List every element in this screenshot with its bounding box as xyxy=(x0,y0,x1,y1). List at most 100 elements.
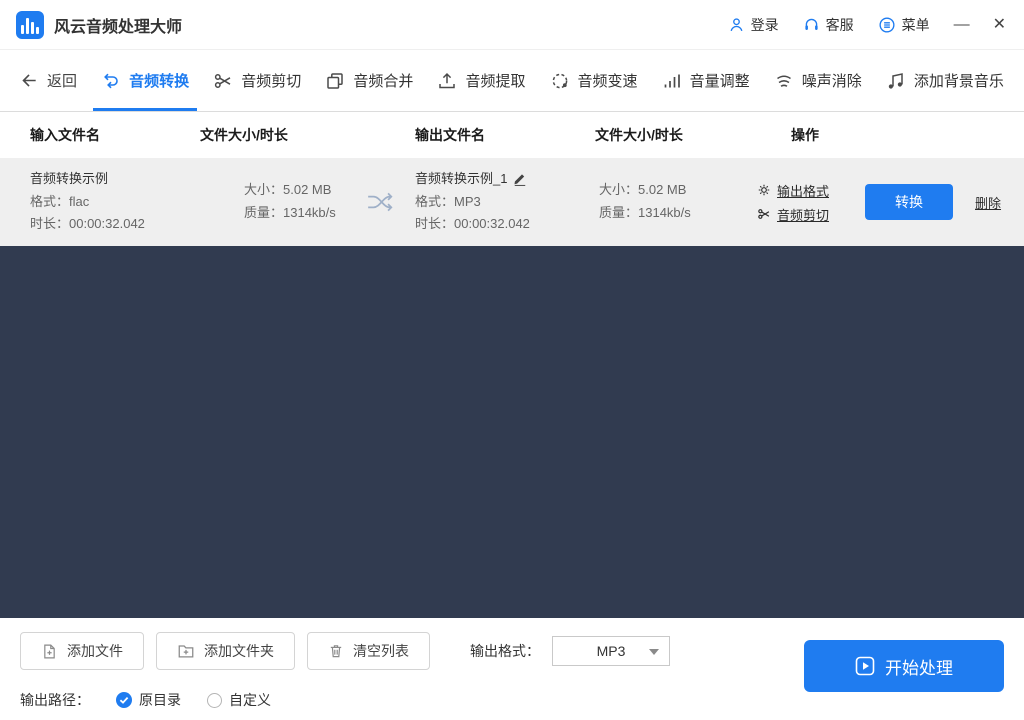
tab-noise-removal[interactable]: 噪声消除 xyxy=(774,50,862,111)
merge-icon xyxy=(325,71,345,91)
input-size-cell: 大小：5.02 MB 质量：1314kb/s xyxy=(200,179,345,225)
output-file-name: 音频转换示例_1 xyxy=(415,168,507,191)
radio-original-directory[interactable]: 原目录 xyxy=(116,690,181,710)
output-file-cell: 音频转换示例_1 格式：MP3 时长：00:00:32.042 xyxy=(415,168,595,236)
audio-cut-link[interactable]: 音频剪切 xyxy=(757,205,865,224)
tab-label: 音频提取 xyxy=(465,70,525,91)
back-arrow-icon xyxy=(20,71,39,90)
col-header-output-name: 输出文件名 xyxy=(415,125,595,145)
input-file-duration: 时长：00:00:32.042 xyxy=(30,213,200,236)
col-header-operations: 操作 xyxy=(745,125,865,145)
radio-unchecked-icon xyxy=(207,693,222,708)
titlebar-right: 登录 客服 菜单 — ✕ xyxy=(728,15,1006,35)
tab-label: 音频合并 xyxy=(353,70,413,91)
col-header-input-name: 输入文件名 xyxy=(30,125,200,145)
headset-icon xyxy=(803,16,820,33)
col-header-output-size: 文件大小/时长 xyxy=(595,125,745,145)
table-header: 输入文件名 文件大小/时长 输出文件名 文件大小/时长 操作 xyxy=(0,112,1024,158)
output-file-format: 格式：MP3 xyxy=(415,191,595,214)
footer-left: 添加文件 添加文件夹 清空列表 输出格式： MP3 输出路径： xyxy=(20,632,670,710)
speed-icon xyxy=(550,71,570,91)
output-format-value: MP3 xyxy=(597,643,626,659)
tab-audio-speed[interactable]: 音频变速 xyxy=(550,50,638,111)
tab-volume-adjust[interactable]: 音量调整 xyxy=(662,50,750,111)
tab-add-background-music[interactable]: 添加背景音乐 xyxy=(886,50,1004,111)
tab-audio-merge[interactable]: 音频合并 xyxy=(325,50,413,111)
noise-waves-icon xyxy=(774,71,794,91)
output-format-select[interactable]: MP3 xyxy=(552,636,670,666)
audio-cut-link-label: 音频剪切 xyxy=(777,205,829,224)
titlebar: 风云音频处理大师 登录 客服 菜单 — ✕ xyxy=(0,0,1024,50)
start-processing-button[interactable]: 开始处理 xyxy=(804,640,1004,692)
footer: 添加文件 添加文件夹 清空列表 输出格式： MP3 输出路径： xyxy=(0,618,1024,720)
add-folder-icon xyxy=(177,642,195,660)
user-icon xyxy=(728,16,745,33)
tab-label: 音量调整 xyxy=(690,70,750,91)
input-file-size: 大小：5.02 MB xyxy=(244,179,345,202)
back-button[interactable]: 返回 xyxy=(20,50,77,111)
scissors-icon xyxy=(757,207,771,221)
edit-pencil-icon[interactable] xyxy=(513,172,527,186)
add-folder-label: 添加文件夹 xyxy=(204,641,274,661)
extract-icon xyxy=(437,71,457,91)
output-format-label: 输出格式： xyxy=(470,641,540,661)
input-file-quality: 质量：1314kb/s xyxy=(244,202,345,225)
table-row: 音频转换示例 格式：flac 时长：00:00:32.042 大小：5.02 M… xyxy=(0,158,1024,246)
login-label: 登录 xyxy=(751,15,779,35)
back-label: 返回 xyxy=(47,70,77,91)
app-window: 风云音频处理大师 登录 客服 菜单 — ✕ 返回 xyxy=(0,0,1024,720)
tab-label: 音频转换 xyxy=(129,70,189,91)
tab-label: 添加背景音乐 xyxy=(914,70,1004,91)
play-icon xyxy=(855,656,875,676)
add-file-button[interactable]: 添加文件 xyxy=(20,632,144,670)
output-file-name-line: 音频转换示例_1 xyxy=(415,168,595,191)
trash-icon xyxy=(328,643,344,659)
tab-audio-cut[interactable]: 音频剪切 xyxy=(213,50,301,111)
titlebar-left: 风云音频处理大师 xyxy=(16,11,182,39)
minimize-button[interactable]: — xyxy=(954,17,969,33)
radio-original-label: 原目录 xyxy=(139,690,181,710)
clear-list-label: 清空列表 xyxy=(353,641,409,661)
convert-button[interactable]: 转换 xyxy=(865,184,953,220)
chevron-down-icon xyxy=(649,649,659,655)
volume-bars-icon xyxy=(662,71,682,91)
tab-audio-convert[interactable]: 音频转换 xyxy=(101,50,189,111)
output-path-row: 输出路径： 原目录 自定义 xyxy=(20,690,670,710)
tab-label: 噪声消除 xyxy=(802,70,862,91)
output-format-link-label: 输出格式 xyxy=(777,181,829,200)
input-file-name: 音频转换示例 xyxy=(30,168,200,191)
tab-audio-extract[interactable]: 音频提取 xyxy=(437,50,525,111)
add-file-label: 添加文件 xyxy=(67,641,123,661)
radio-custom-directory[interactable]: 自定义 xyxy=(207,690,271,710)
output-file-duration: 时长：00:00:32.042 xyxy=(415,213,595,236)
radio-custom-label: 自定义 xyxy=(229,690,271,710)
start-processing-label: 开始处理 xyxy=(885,654,953,679)
service-button[interactable]: 客服 xyxy=(803,15,854,35)
menu-label: 菜单 xyxy=(902,15,930,35)
footer-actions-row: 添加文件 添加文件夹 清空列表 输出格式： MP3 xyxy=(20,632,670,670)
output-file-size: 大小：5.02 MB xyxy=(599,179,745,202)
delete-link[interactable]: 删除 xyxy=(975,193,1001,212)
app-title: 风云音频处理大师 xyxy=(54,13,182,37)
gear-icon xyxy=(757,183,771,197)
radio-checked-icon xyxy=(116,692,132,708)
output-size-cell: 大小：5.02 MB 质量：1314kb/s xyxy=(595,179,745,225)
feature-toolbar: 返回 音频转换 音频剪切 音频合并 音频提取 xyxy=(0,50,1024,112)
add-folder-button[interactable]: 添加文件夹 xyxy=(156,632,295,670)
output-file-quality: 质量：1314kb/s xyxy=(599,202,745,225)
col-header-input-size: 文件大小/时长 xyxy=(200,125,345,145)
menu-icon xyxy=(878,16,896,34)
app-logo-icon xyxy=(16,11,44,39)
close-button[interactable]: ✕ xyxy=(993,17,1006,33)
operations-cell: 输出格式 音频剪切 xyxy=(745,176,865,229)
clear-list-button[interactable]: 清空列表 xyxy=(307,632,430,670)
login-button[interactable]: 登录 xyxy=(728,15,779,35)
music-note-icon xyxy=(886,71,906,91)
convert-direction-cell xyxy=(345,191,415,213)
tab-label: 音频变速 xyxy=(578,70,638,91)
menu-button[interactable]: 菜单 xyxy=(878,15,930,35)
scissors-icon xyxy=(213,71,233,91)
shuffle-arrows-icon xyxy=(366,191,394,213)
convert-icon xyxy=(101,71,121,91)
output-format-link[interactable]: 输出格式 xyxy=(757,181,865,200)
